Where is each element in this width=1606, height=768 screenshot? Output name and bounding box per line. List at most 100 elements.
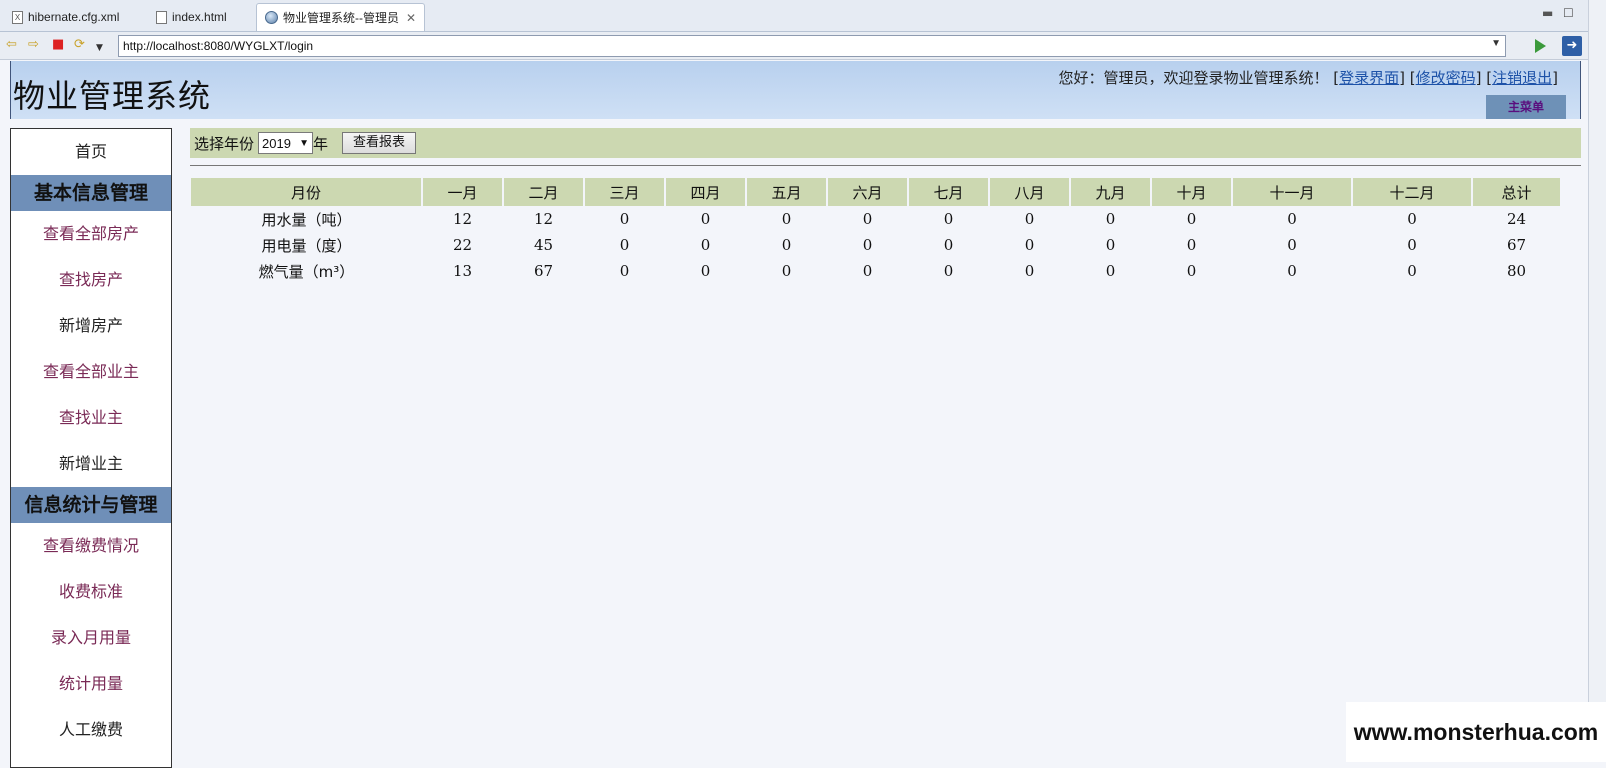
row-label: 用水量（吨） xyxy=(261,210,352,229)
table-cell: 67 xyxy=(1506,236,1527,254)
sidebar-item-find-property[interactable]: 查找房产 xyxy=(11,257,171,303)
table-cell: 24 xyxy=(1506,210,1527,228)
sidebar-section-basic-info: 基本信息管理 xyxy=(11,175,171,211)
table-cell: 0 xyxy=(700,262,711,280)
header-dec: 十二月 xyxy=(1352,178,1473,206)
maximize-icon[interactable]: ☐ xyxy=(1563,6,1574,20)
chevron-down-icon: ▼ xyxy=(299,137,310,149)
main-menu-button[interactable]: 主菜单 xyxy=(1486,95,1566,119)
greeting-text: 您好：管理员，欢迎登录物业管理系统！ xyxy=(1058,69,1329,87)
table-cell: 0 xyxy=(781,262,792,280)
table-cell: 0 xyxy=(1407,210,1417,228)
tab-active-page[interactable]: 物业管理系统--管理员 ✕ xyxy=(256,3,426,31)
page-header: 物业管理系统 您好：管理员，欢迎登录物业管理系统！ [登录界面] [修改密码] … xyxy=(10,61,1581,119)
header-mar: 三月 xyxy=(584,178,666,206)
table-cell: 12 xyxy=(452,210,473,228)
table-cell: 0 xyxy=(700,236,711,254)
year-value: 2019 xyxy=(262,135,291,151)
header-month: 月份 xyxy=(191,178,423,206)
tab-hibernate-cfg[interactable]: X hibernate.cfg.xml xyxy=(4,3,127,31)
tab-label: 物业管理系统--管理员 xyxy=(283,11,399,25)
table-cell: 0 xyxy=(781,210,792,228)
sidebar-item-fee-standard[interactable]: 收费标准 xyxy=(11,569,171,615)
header-oct: 十月 xyxy=(1151,178,1233,206)
nav-dropdown-icon[interactable]: ▼ xyxy=(96,41,103,55)
table-cell: 22 xyxy=(452,236,473,254)
row-label: 燃气量（m³） xyxy=(258,262,355,281)
header-may: 五月 xyxy=(746,178,828,206)
table-row-gas: 燃气量（m³） 13 67 0 0 0 0 0 0 0 0 0 0 80 xyxy=(191,258,1561,284)
header-jan: 一月 xyxy=(422,178,504,206)
tab-label: index.html xyxy=(172,10,227,24)
header-nov: 十一月 xyxy=(1232,178,1353,206)
table-header-row: 月份 一月 二月 三月 四月 五月 六月 七月 八月 九月 十月 十一月 十二月… xyxy=(191,178,1562,206)
sidebar-item-usage-stats[interactable]: 统计用量 xyxy=(11,661,171,707)
year-label: 选择年份 xyxy=(194,134,255,153)
view-report-button[interactable]: 查看报表 xyxy=(342,132,417,154)
welcome-bar: 您好：管理员，欢迎登录物业管理系统！ [登录界面] [修改密码] [注销退出] xyxy=(1058,69,1558,87)
logout-link[interactable]: 注销退出 xyxy=(1492,69,1552,87)
table-cell: 0 xyxy=(700,210,711,228)
header-total: 总计 xyxy=(1472,178,1562,206)
table-cell: 0 xyxy=(1105,210,1116,228)
sidebar-item-all-properties[interactable]: 查看全部房产 xyxy=(11,211,171,257)
table-cell: 0 xyxy=(619,262,630,280)
back-icon[interactable]: ⇦ xyxy=(6,38,17,52)
sidebar-item-manual-payment[interactable]: 人工缴费 xyxy=(11,707,171,753)
header-apr: 四月 xyxy=(665,178,747,206)
open-external-icon[interactable]: ➜ xyxy=(1562,36,1582,56)
html-file-icon xyxy=(156,10,167,24)
usage-report-table: 月份 一月 二月 三月 四月 五月 六月 七月 八月 九月 十月 十一月 十二月… xyxy=(191,178,1562,284)
table-cell: 0 xyxy=(1186,236,1197,254)
site-title: 物业管理系统 xyxy=(13,77,212,115)
table-cell: 0 xyxy=(781,236,792,254)
refresh-icon[interactable]: ⟳ xyxy=(74,38,85,52)
change-password-link[interactable]: 修改密码 xyxy=(1416,69,1476,87)
header-feb: 二月 xyxy=(503,178,585,206)
forward-icon[interactable]: ⇨ xyxy=(28,38,39,52)
table-cell: 0 xyxy=(943,262,954,280)
table-cell: 0 xyxy=(1287,236,1297,254)
sidebar: 首页 基本信息管理 查看全部房产 查找房产 新增房产 查看全部业主 查找业主 新… xyxy=(10,128,172,768)
browser-toolbar: ⇦ ⇨ ■ ⟳ ▼ http://localhost:8080/WYGLXT/l… xyxy=(0,32,1606,60)
year-suffix: 年 xyxy=(313,134,329,153)
xml-file-icon: X xyxy=(12,10,23,24)
table-cell: 0 xyxy=(1024,210,1035,228)
url-text: http://localhost:8080/WYGLXT/login xyxy=(123,39,314,53)
table-cell: 0 xyxy=(1024,262,1035,280)
sidebar-item-payment-status[interactable]: 查看缴费情况 xyxy=(11,523,171,569)
sidebar-item-home[interactable]: 首页 xyxy=(11,129,171,175)
minimize-icon[interactable]: ▬ xyxy=(1542,6,1553,20)
url-input[interactable]: http://localhost:8080/WYGLXT/login ▼ xyxy=(118,35,1506,57)
close-tab-icon[interactable]: ✕ xyxy=(406,11,416,25)
table-row-water: 用水量（吨） 12 12 0 0 0 0 0 0 0 0 0 0 24 xyxy=(191,206,1561,232)
tab-label: hibernate.cfg.xml xyxy=(28,10,120,24)
table-cell: 0 xyxy=(1105,236,1116,254)
browser-tab-bar: X hibernate.cfg.xml index.html 物业管理系统--管… xyxy=(0,0,1606,32)
table-cell: 0 xyxy=(943,210,954,228)
sidebar-item-find-owner[interactable]: 查找业主 xyxy=(11,395,171,441)
year-filter-bar: 选择年份 2019 ▼ 年 查看报表 xyxy=(190,128,1581,158)
sidebar-item-enter-usage[interactable]: 录入月用量 xyxy=(11,615,171,661)
login-page-link[interactable]: 登录界面 xyxy=(1339,69,1399,87)
table-cell: 0 xyxy=(1287,262,1297,280)
header-aug: 八月 xyxy=(989,178,1071,206)
table-cell: 67 xyxy=(533,262,554,280)
table-cell: 0 xyxy=(1024,236,1035,254)
table-cell: 0 xyxy=(1186,210,1197,228)
go-icon[interactable] xyxy=(1535,39,1546,53)
table-cell: 0 xyxy=(862,236,873,254)
url-dropdown-icon[interactable]: ▼ xyxy=(1491,38,1501,49)
tab-index-html[interactable]: index.html xyxy=(148,3,235,31)
sidebar-item-add-property[interactable]: 新增房产 xyxy=(11,303,171,349)
stop-icon[interactable]: ■ xyxy=(52,38,64,52)
year-select[interactable]: 2019 ▼ xyxy=(258,132,314,154)
sidebar-item-add-owner[interactable]: 新增业主 xyxy=(11,441,171,487)
sidebar-item-all-owners[interactable]: 查看全部业主 xyxy=(11,349,171,395)
header-sep: 九月 xyxy=(1070,178,1152,206)
table-row-electricity: 用电量（度） 22 45 0 0 0 0 0 0 0 0 0 0 67 xyxy=(191,232,1561,258)
table-cell: 0 xyxy=(862,262,873,280)
table-cell: 45 xyxy=(533,236,554,254)
header-jul: 七月 xyxy=(908,178,990,206)
side-panel-edge xyxy=(1588,0,1606,762)
